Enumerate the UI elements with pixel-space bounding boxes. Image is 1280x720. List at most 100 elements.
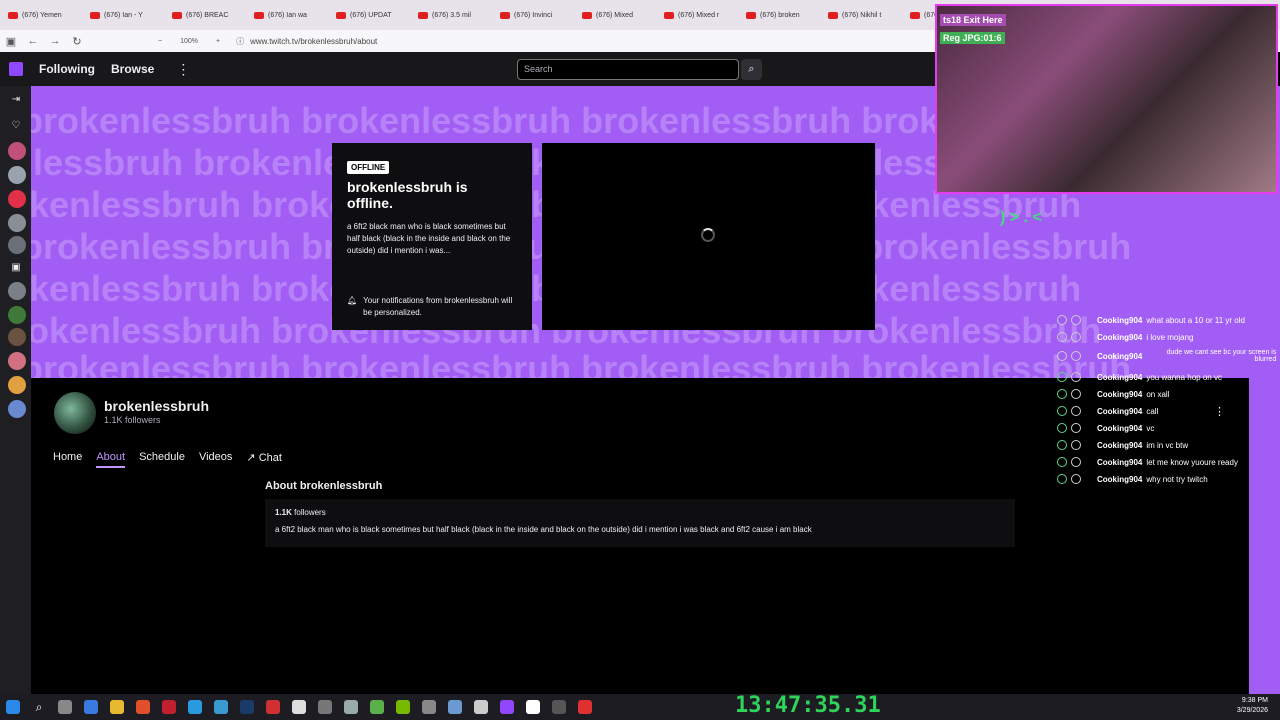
chat-more-icon[interactable]: ⋮ (1214, 405, 1225, 418)
followed-channel-avatar[interactable] (8, 376, 26, 394)
about-followers-word: followers (294, 508, 326, 517)
chat-username[interactable]: Cooking904 (1097, 424, 1142, 433)
browser-tab[interactable]: (676) BREAC (164, 2, 246, 28)
twitch-taskbar-icon[interactable] (500, 700, 514, 714)
expand-sidebar-icon[interactable]: ⇥ (8, 92, 24, 108)
search-icon[interactable]: ⌕ (741, 59, 762, 80)
windows-start-icon[interactable] (6, 700, 20, 714)
zoom-out-icon[interactable]: − (158, 38, 162, 45)
chat-badge-icon (1057, 423, 1067, 433)
user-icon (1071, 351, 1081, 361)
video-player[interactable] (542, 143, 875, 330)
tab-videos[interactable]: Videos (199, 451, 232, 468)
app-icon[interactable] (266, 700, 280, 714)
tab-chat[interactable]: ↗ Chat (246, 451, 282, 468)
system-tray-clock[interactable]: 9:38 PM 3/29/2026 (1237, 696, 1268, 716)
reload-icon[interactable]: ↻ (66, 35, 88, 48)
tab-home[interactable]: Home (53, 451, 82, 468)
url-field[interactable]: ⓘ www.twitch.tv/brokenlessbruh/about (236, 36, 377, 47)
offline-description: a 6ft2 black man who is black sometimes … (347, 222, 511, 255)
followed-channel-avatar[interactable] (8, 166, 26, 184)
browse-link[interactable]: Browse (111, 62, 154, 76)
browser-tab-label: (676) BREAC (186, 11, 229, 19)
zoom-in-icon[interactable]: + (216, 38, 220, 45)
chat-username[interactable]: Cooking904 (1097, 441, 1142, 450)
tab-schedule[interactable]: Schedule (139, 451, 185, 468)
chat-text: what about a 10 or 11 yr old (1146, 315, 1245, 325)
app-icon[interactable] (162, 700, 176, 714)
about-heading: About brokenlessbruh (265, 480, 383, 492)
channel-avatar[interactable] (54, 392, 96, 434)
browser-tab[interactable]: (676) Invinci (492, 2, 574, 28)
cam-label: Reg JPG:01:6 (940, 32, 1005, 44)
app-icon[interactable] (370, 700, 384, 714)
followed-channel-avatar[interactable] (8, 190, 26, 208)
followed-channel-avatar[interactable] (8, 214, 26, 232)
chat-username[interactable]: Cooking904 (1097, 407, 1142, 416)
forward-icon[interactable]: → (44, 35, 66, 47)
followed-channel-avatar[interactable] (8, 142, 26, 160)
app-icon[interactable] (422, 700, 436, 714)
heart-icon[interactable]: ♡ (8, 118, 24, 134)
search-icon[interactable]: ⌕ (32, 700, 46, 714)
browser-tab[interactable]: (676) Nikhil t (820, 2, 902, 28)
youtube-icon (582, 11, 592, 19)
site-info-icon[interactable]: ⓘ (236, 36, 244, 47)
twitch-top-nav: Following Browse ⋮ Search ⌕ (0, 52, 935, 86)
app-icon[interactable] (448, 700, 462, 714)
app-icon[interactable] (214, 700, 228, 714)
more-menu-icon[interactable]: ⋮ (176, 61, 190, 78)
firefox-icon[interactable] (136, 700, 150, 714)
tab-about[interactable]: About (96, 451, 126, 468)
app-icon[interactable] (474, 700, 488, 714)
chat-username[interactable]: Cooking904 (1097, 333, 1142, 342)
search-input[interactable]: Search (517, 59, 739, 80)
browser-tab[interactable]: (676) Ian - Y (82, 2, 164, 28)
chat-badge-icon (1057, 457, 1067, 467)
edge-icon[interactable] (188, 700, 202, 714)
offline-badge: OFFLINE (347, 161, 390, 174)
browser-tab[interactable]: (676) Ian wa (246, 2, 328, 28)
chat-username[interactable]: Cooking904 (1097, 373, 1142, 382)
app-icon[interactable] (552, 700, 566, 714)
twitch-logo-icon[interactable] (9, 62, 23, 76)
followed-channel-avatar[interactable] (8, 282, 26, 300)
chat-username[interactable]: Cooking904 (1097, 390, 1142, 399)
followed-channel-avatar[interactable] (8, 328, 26, 346)
folder-icon[interactable] (110, 700, 124, 714)
chat-username[interactable]: Cooking904 (1097, 458, 1142, 467)
back-icon[interactable]: ← (22, 35, 44, 47)
notification-text: Your notifications from brokenlessbruh w… (363, 296, 513, 317)
followed-channel-avatar[interactable] (8, 352, 26, 370)
app-icon[interactable] (292, 700, 306, 714)
followed-channel-avatar[interactable] (8, 236, 26, 254)
browser-tab[interactable]: (676) broken (738, 2, 820, 28)
browser-tab[interactable]: (676) 3.5 mil (410, 2, 492, 28)
cam-label: ts18 Exit Here (940, 14, 1006, 26)
steam-icon[interactable] (240, 700, 254, 714)
sidebar-toggle-icon[interactable]: ▣ (0, 35, 22, 48)
youtube-icon (418, 11, 428, 19)
app-icon[interactable] (84, 700, 98, 714)
browser-tab[interactable]: (676) Mixed (574, 2, 656, 28)
chat-username[interactable]: Cooking904 (1097, 475, 1142, 484)
following-link[interactable]: Following (39, 62, 95, 76)
tray-date: 3/29/2026 (1236, 707, 1268, 714)
app-icon[interactable] (318, 700, 332, 714)
nvidia-icon[interactable] (396, 700, 410, 714)
browser-tab[interactable]: (676) Yemen (0, 2, 82, 28)
browser-tab[interactable]: (676) UPDAT (328, 2, 410, 28)
video-icon[interactable]: ▣ (8, 260, 24, 276)
screen: (676) Yemen (676) Ian - Y (676) BREAC (676)… (0, 0, 1280, 720)
taskview-icon[interactable] (58, 700, 72, 714)
app-icon[interactable] (344, 700, 358, 714)
youtube-icon[interactable] (578, 700, 592, 714)
youtube-icon (8, 11, 18, 19)
chat-username[interactable]: Cooking904 (1097, 352, 1142, 361)
app-icon[interactable] (526, 700, 540, 714)
bell-icon: 🔔︎ (347, 296, 358, 305)
browser-tab[interactable]: (676) Mixed r (656, 2, 738, 28)
chat-username[interactable]: Cooking904 (1097, 316, 1142, 325)
followed-channel-avatar[interactable] (8, 306, 26, 324)
followed-channel-avatar[interactable] (8, 400, 26, 418)
